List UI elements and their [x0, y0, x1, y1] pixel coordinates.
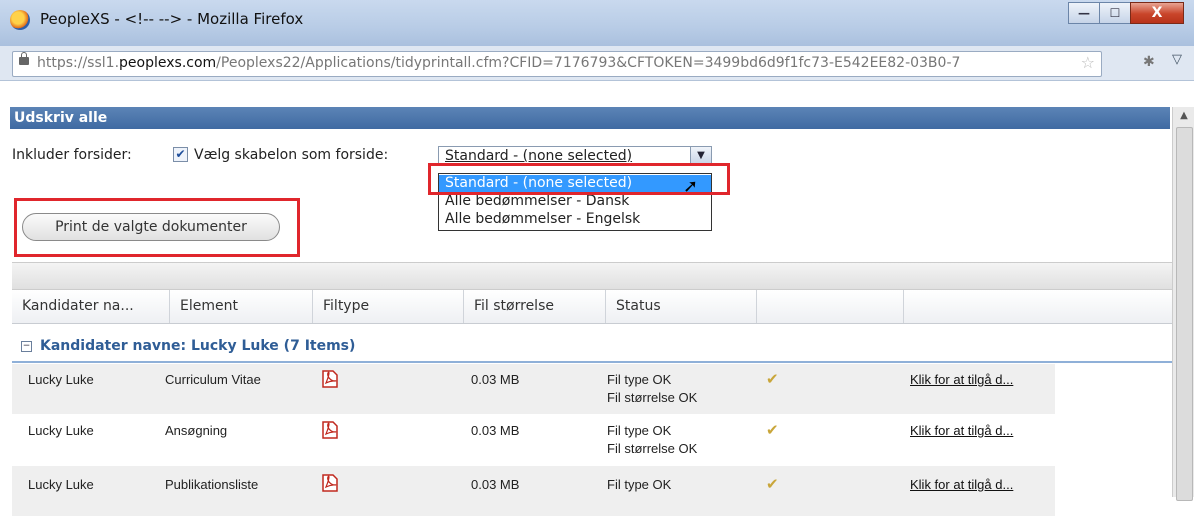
navigation-bar: https://ssl1.peoplexs.com/Peoplexs22/App… — [0, 46, 1194, 81]
column-header-check[interactable] — [757, 290, 904, 323]
template-label: Vælg skabelon som forside: — [194, 147, 389, 163]
address-bar[interactable]: https://ssl1.peoplexs.com/Peoplexs22/App… — [12, 51, 1102, 77]
cell-filesize: 0.03 MB — [471, 372, 520, 387]
template-option[interactable]: Alle bedømmelser - Engelsk — [439, 211, 711, 228]
print-selected-button[interactable]: Print de valgte dokumenter — [22, 213, 280, 241]
group-row[interactable]: − Kandidater navne: Lucky Luke (7 Items) — [12, 333, 1172, 363]
url-text[interactable]: https://ssl1.peoplexs.com/Peoplexs22/App… — [37, 55, 1077, 71]
collapse-icon[interactable]: − — [21, 341, 32, 352]
maximize-icon: ☐ — [1109, 6, 1121, 20]
column-header-candidate[interactable]: Kandidater na... — [12, 290, 170, 323]
template-select[interactable]: Standard - (none selected) ▼ — [438, 146, 712, 166]
close-icon: X — [1151, 5, 1163, 21]
cell-status-size: Fil størrelse OK — [607, 441, 698, 456]
cell-status-type: Fil type OK — [607, 423, 672, 438]
cell-filesize: 0.03 MB — [471, 423, 520, 438]
pdf-icon[interactable] — [322, 474, 338, 492]
cell-element: Publikationsliste — [165, 477, 259, 492]
url-host: peoplexs.com — [119, 55, 217, 71]
cell-status-type: Fil type OK — [607, 372, 672, 387]
include-cover-checkbox[interactable]: ✔ — [173, 147, 188, 162]
chevron-down-icon[interactable]: ▼ — [690, 147, 711, 165]
window-titlebar: PeopleXS - <!-- --> - Mozilla Firefox — … — [0, 0, 1194, 46]
pdf-icon[interactable] — [322, 421, 338, 439]
template-option[interactable]: Standard - (none selected) — [439, 175, 711, 192]
cell-candidate: Lucky Luke — [28, 477, 94, 492]
cell-access-link[interactable]: Klik for at tilgå d... — [910, 423, 1013, 438]
cell-status-size: Fil størrelse OK — [607, 390, 698, 405]
table-row[interactable]: Lucky Luke Ansøgning 0.03 MB Fil type OK… — [12, 415, 1055, 466]
checkmark-icon: ✔ — [766, 370, 779, 388]
pdf-icon[interactable] — [322, 370, 338, 388]
scroll-thumb[interactable] — [1176, 127, 1193, 501]
group-label: Kandidater navne: Lucky Luke (7 Items) — [40, 338, 356, 354]
window-title: PeopleXS - <!-- --> - Mozilla Firefox — [40, 10, 304, 28]
cell-status-type: Fil type OK — [607, 477, 672, 492]
cell-access-link[interactable]: Klik for at tilgå d... — [910, 372, 1013, 387]
cell-access-link[interactable]: Klik for at tilgå d... — [910, 477, 1013, 492]
checkmark-icon: ✔ — [766, 475, 779, 493]
grid-header: Kandidater na... Element Filtype Fil stø… — [12, 290, 1172, 324]
chevron-down-icon[interactable]: ▽ — [1172, 52, 1182, 67]
table-row[interactable]: Lucky Luke Curriculum Vitae 0.03 MB Fil … — [12, 364, 1055, 415]
panel-title: Udskriv alle — [10, 107, 1170, 129]
column-header-filetype[interactable]: Filtype — [313, 290, 464, 323]
mouse-cursor-icon: ➚ — [683, 176, 699, 197]
minimize-button[interactable]: — — [1068, 2, 1100, 24]
lock-icon — [19, 52, 29, 65]
checkmark-icon: ✔ — [766, 421, 779, 439]
firefox-icon — [10, 10, 30, 30]
url-prefix: https://ssl1. — [37, 55, 120, 71]
column-header-filesize[interactable]: Fil størrelse — [464, 290, 606, 323]
url-path: /Peoplexs22/Applications/tidyprintall.cf… — [216, 55, 961, 71]
minimize-icon: — — [1078, 6, 1090, 20]
close-button[interactable]: X — [1130, 2, 1184, 24]
column-header-link[interactable] — [904, 290, 1172, 323]
cell-element: Ansøgning — [165, 423, 228, 438]
table-row[interactable]: Lucky Luke Publikationsliste 0.03 MB Fil… — [12, 466, 1055, 517]
column-header-status[interactable]: Status — [606, 290, 757, 323]
include-cover-label: Inkluder forsider: — [12, 147, 132, 163]
vertical-scrollbar[interactable]: ▲ — [1172, 107, 1194, 501]
cell-filesize: 0.03 MB — [471, 477, 520, 492]
scroll-up-icon[interactable]: ▲ — [1173, 107, 1194, 125]
bookmark-star-icon[interactable]: ☆ — [1081, 53, 1095, 72]
template-option[interactable]: Alle bedømmelser - Dansk — [439, 193, 711, 210]
cell-element: Curriculum Vitae — [165, 372, 261, 387]
template-dropdown-list: Standard - (none selected) Alle bedømmel… — [438, 173, 712, 231]
cell-candidate: Lucky Luke — [28, 423, 94, 438]
template-select-value: Standard - (none selected) — [445, 148, 633, 164]
window-controls: — ☐ X — [1068, 2, 1184, 24]
addon-icon[interactable]: ✱ — [1143, 54, 1155, 70]
cell-candidate: Lucky Luke — [28, 372, 94, 387]
maximize-button[interactable]: ☐ — [1099, 2, 1131, 24]
grid-toolbar — [12, 262, 1172, 290]
column-header-element[interactable]: Element — [170, 290, 313, 323]
